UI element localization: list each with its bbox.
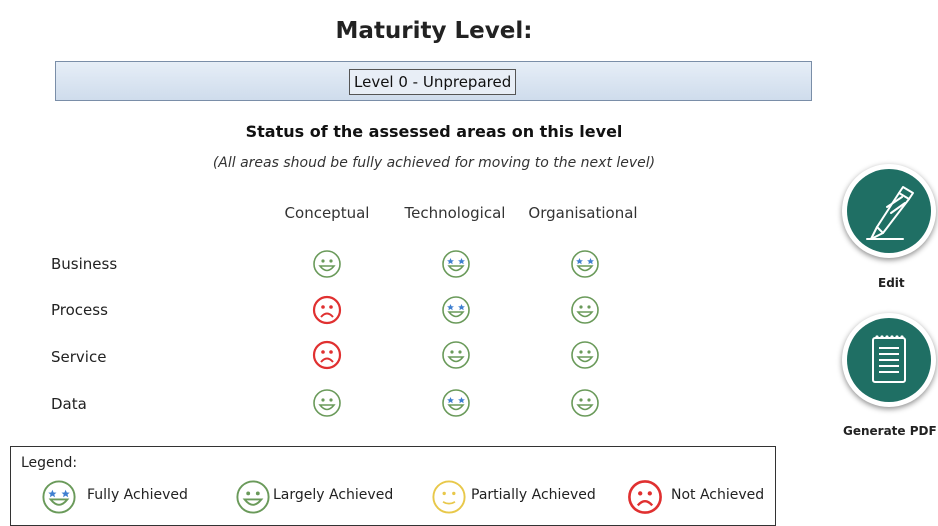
largely-achieved-icon <box>570 340 600 370</box>
largely-achieved-icon <box>441 340 471 370</box>
largely-achieved-icon <box>235 479 271 515</box>
not-achieved-icon <box>312 340 342 370</box>
edit-label[interactable]: Edit <box>878 276 905 290</box>
not-achieved-icon <box>312 295 342 325</box>
row-label-business: Business <box>51 255 118 273</box>
legend-title: Legend: <box>21 455 78 471</box>
legend-label-fully: Fully Achieved <box>87 487 188 503</box>
status-title: Status of the assessed areas on this lev… <box>245 122 623 141</box>
fully-achieved-icon <box>441 388 471 418</box>
row-label-process: Process <box>51 301 108 319</box>
legend-box: Legend: Fully Achieved Largely Achieved … <box>10 446 776 526</box>
legend-label-partially: Partially Achieved <box>471 487 596 503</box>
fully-achieved-icon <box>41 479 77 515</box>
notepad-icon <box>847 318 931 402</box>
partially-achieved-icon <box>431 479 467 515</box>
page-title: Maturity Level: <box>335 18 533 44</box>
legend-label-not: Not Achieved <box>671 487 765 503</box>
largely-achieved-icon <box>312 249 342 279</box>
status-note: (All areas shoud be fully achieved for m… <box>212 155 656 171</box>
not-achieved-icon <box>627 479 663 515</box>
fully-achieved-icon <box>570 249 600 279</box>
largely-achieved-icon <box>570 295 600 325</box>
maturity-level-bar: Level 0 - Unprepared <box>55 61 812 101</box>
generate-pdf-label[interactable]: Generate PDF <box>843 424 937 438</box>
edit-button-circle[interactable] <box>842 164 936 258</box>
generate-pdf-button-circle[interactable] <box>842 313 936 407</box>
row-label-data: Data <box>51 395 87 413</box>
pen-icon <box>847 169 931 253</box>
column-header-organisational: Organisational <box>528 204 638 222</box>
maturity-level-value: Level 0 - Unprepared <box>349 69 517 95</box>
fully-achieved-icon <box>441 249 471 279</box>
column-header-conceptual: Conceptual <box>284 204 370 222</box>
largely-achieved-icon <box>570 388 600 418</box>
column-header-technological: Technological <box>404 204 506 222</box>
legend-label-largely: Largely Achieved <box>273 487 394 503</box>
fully-achieved-icon <box>441 295 471 325</box>
row-label-service: Service <box>51 348 107 366</box>
largely-achieved-icon <box>312 388 342 418</box>
